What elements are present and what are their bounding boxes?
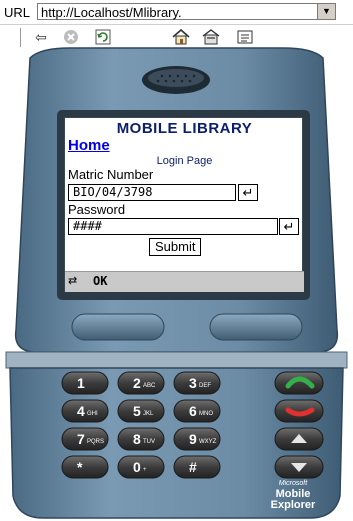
keypad-key-6[interactable]: 6 MNO (173, 399, 221, 423)
key-digit: 4 (77, 403, 85, 419)
softkey-ok[interactable]: OK (93, 274, 107, 288)
key-digit: * (77, 459, 83, 475)
key-digit: 7 (77, 431, 85, 447)
matric-label: Matric Number (68, 167, 154, 182)
key-digit: 5 (133, 403, 141, 419)
key-letters: WXYZ (199, 439, 217, 445)
matric-enter-icon[interactable]: ↵ (238, 184, 258, 201)
password-field[interactable]: #### (68, 218, 278, 235)
keypad-key-2[interactable]: 2 ABC (117, 371, 165, 395)
phone-screen: MOBILE LIBRARY Home Login Page Matric Nu… (64, 117, 304, 292)
key-letters: GHI (87, 411, 98, 417)
softkey-bar: ⇄ OK (65, 271, 304, 292)
submit-button[interactable]: Submit (149, 238, 202, 256)
key-digit: 3 (189, 375, 197, 391)
home-link[interactable]: Home (68, 137, 110, 154)
key-letters: + (143, 467, 147, 473)
keypad-key-9[interactable]: 9 WXYZ (173, 427, 221, 451)
keypad-key-7[interactable]: 7 PQRS (61, 427, 109, 451)
left-right-arrows-icon: ⇄ (68, 275, 78, 287)
key-digit: 8 (133, 431, 141, 447)
key-letters: MNO (199, 411, 213, 417)
login-caption: Login Page (156, 155, 213, 167)
key-digit: 9 (189, 431, 197, 447)
key-digit: 1 (77, 375, 85, 391)
keypad-key-3[interactable]: 3 DEF (173, 371, 221, 395)
password-enter-icon[interactable]: ↵ (279, 218, 299, 235)
keypad-key-0[interactable]: 0 + (117, 455, 165, 479)
key-digit: 0 (133, 459, 141, 475)
key-letters: DEF (199, 383, 211, 389)
key-letters: TUV (143, 439, 155, 445)
key-letters: JKL (143, 411, 154, 417)
brand-logo: Microsoft Mobile Explorer (248, 478, 338, 511)
keypad-key-hash[interactable]: # (173, 455, 221, 479)
keypad-key-5[interactable]: 5 JKL (117, 399, 165, 423)
keypad-key-4[interactable]: 4 GHI (61, 399, 109, 423)
key-digit: 6 (189, 403, 197, 419)
key-letters: ABC (143, 383, 156, 389)
password-label: Password (68, 202, 126, 217)
keypad-key-star[interactable]: * (61, 455, 109, 479)
matric-field[interactable]: BIO/04/3798 (68, 184, 236, 201)
keypad-key-8[interactable]: 8 TUV (117, 427, 165, 451)
page-title: MOBILE LIBRARY (116, 120, 253, 137)
key-digit: 2 (133, 375, 141, 391)
brand-line3: Explorer (270, 499, 316, 511)
key-digit: # (189, 459, 197, 475)
keypad-key-1[interactable]: 1 (61, 371, 109, 395)
key-letters: PQRS (87, 439, 104, 445)
